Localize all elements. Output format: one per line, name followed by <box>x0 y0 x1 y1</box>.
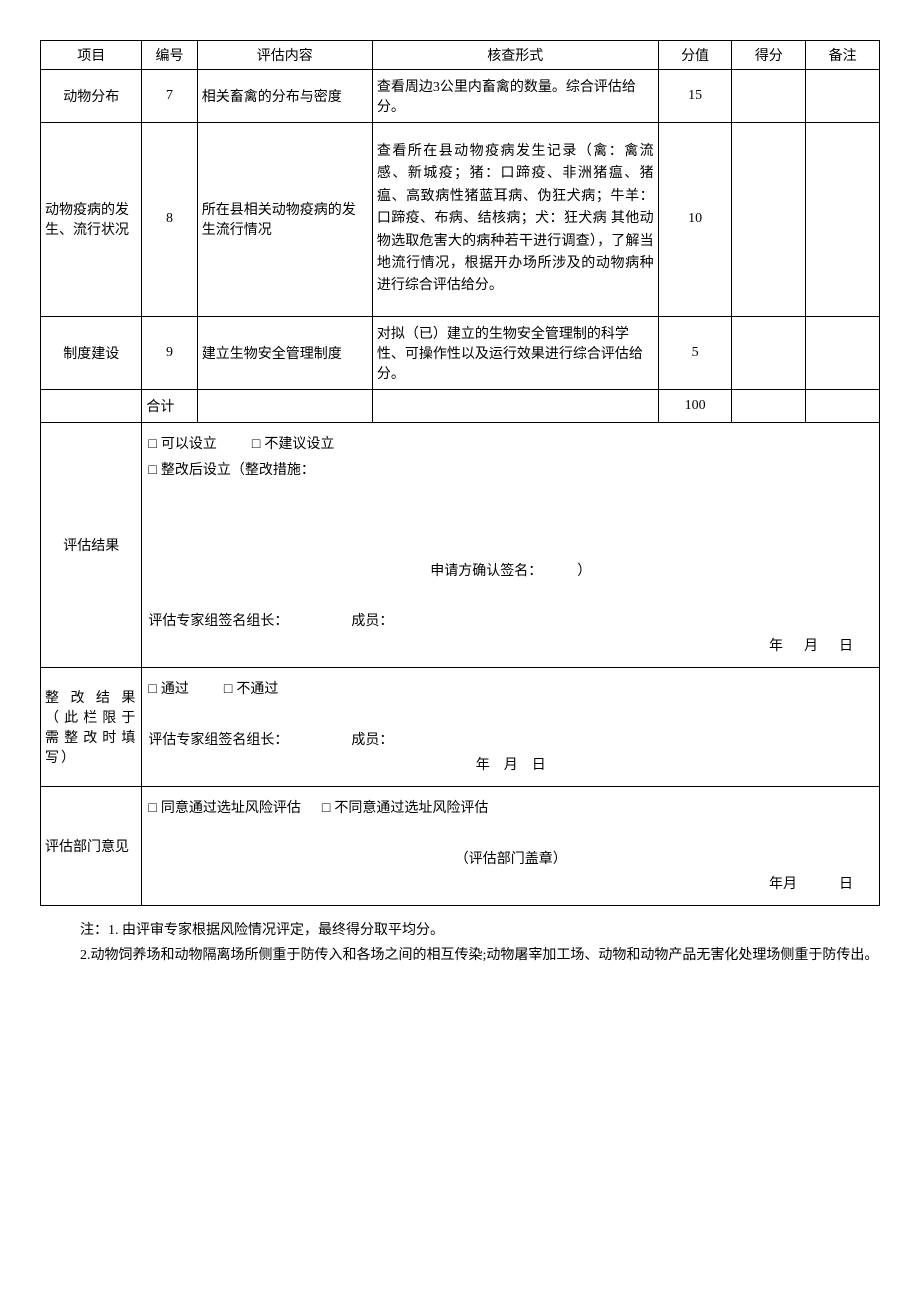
col-number: 编号 <box>142 41 197 70</box>
cell-project: 动物疫病的发生、流行状况 <box>41 123 142 317</box>
cell-content: 所在县相关动物疫病的发生流行情况 <box>197 123 372 317</box>
cell-got[interactable] <box>732 123 806 317</box>
cell-remark[interactable] <box>806 389 880 422</box>
cell-number: 9 <box>142 316 197 389</box>
checkbox-icon[interactable]: □ <box>224 676 232 701</box>
month-label: 月 <box>804 639 818 654</box>
col-form: 核查形式 <box>372 41 658 70</box>
cell-content: 建立生物安全管理制度 <box>197 316 372 389</box>
row-rectify: 整改结果（此栏限于需整改时填写） □ 通过 □ 不通过 评估专家组签名组长： 成员：… <box>41 668 880 787</box>
day-label: 日 <box>839 639 853 654</box>
footnotes: 注：1. 由评审专家根据风险情况评定，最终得分取平均分。 2.动物饲养场和动物隔… <box>40 918 880 968</box>
year-label: 年 <box>769 639 783 654</box>
cell-form: 查看周边3公里内畜禽的数量。综合评估给分。 <box>372 70 658 123</box>
header-row: 项目 编号 评估内容 核查形式 分值 得分 备注 <box>41 41 880 70</box>
col-remark: 备注 <box>806 41 880 70</box>
cell-number: 8 <box>142 123 197 317</box>
cell-score: 15 <box>658 70 732 123</box>
col-content: 评估内容 <box>197 41 372 70</box>
row-total: 合计 100 <box>41 389 880 422</box>
expert-sign-label: 评估专家组签名组长： <box>148 614 288 629</box>
cell-empty <box>41 389 142 422</box>
row-8: 动物疫病的发生、流行状况 8 所在县相关动物疫病的发生流行情况 查看所在县动物疫… <box>41 123 880 317</box>
member-label: 成员： <box>351 733 393 748</box>
month-label: 月 <box>504 758 518 773</box>
cell-total-score: 100 <box>658 389 732 422</box>
cell-project: 制度建设 <box>41 316 142 389</box>
checkbox-icon[interactable]: □ <box>148 795 156 820</box>
opt-can-establish: 可以设立 <box>161 437 217 452</box>
cell-remark[interactable] <box>806 123 880 317</box>
row-9: 制度建设 9 建立生物安全管理制度 对拟（已）建立的生物安全管理制的科学性、可操… <box>41 316 880 389</box>
rectify-label: 整改结果（此栏限于需整改时填写） <box>41 668 142 787</box>
cell-empty <box>197 389 372 422</box>
result-label: 评估结果 <box>41 422 142 668</box>
cell-number: 7 <box>142 70 197 123</box>
applicant-sign-close: ） <box>577 564 591 579</box>
note-1: 注：1. 由评审专家根据风险情况评定，最终得分取平均分。 <box>80 918 880 943</box>
day-label: 日 <box>532 758 546 773</box>
applicant-sign-label: 申请方确认签名： <box>430 564 542 579</box>
opt-not-suggest: 不建议设立 <box>264 437 334 452</box>
cell-score: 10 <box>658 123 732 317</box>
stamp-label: （评估部门盖章） <box>455 852 567 867</box>
result-body[interactable]: □ 可以设立 □ 不建议设立 □ 整改后设立（整改措施： 申请方确认签名： ） 评估专… <box>142 422 880 668</box>
cell-form: 对拟（已）建立的生物安全管理制的科学性、可操作性以及运行效果进行综合评估给分。 <box>372 316 658 389</box>
checkbox-icon[interactable]: □ <box>148 676 156 701</box>
cell-total-label: 合计 <box>142 389 197 422</box>
cell-got[interactable] <box>732 316 806 389</box>
row-result: 评估结果 □ 可以设立 □ 不建议设立 □ 整改后设立（整改措施： 申请方确认签名： … <box>41 422 880 668</box>
cell-got[interactable] <box>732 70 806 123</box>
checkbox-icon[interactable]: □ <box>322 795 330 820</box>
opt-disagree: 不同意通过选址风险评估 <box>334 801 488 816</box>
cell-remark[interactable] <box>806 70 880 123</box>
cell-got[interactable] <box>732 389 806 422</box>
opt-agree: 同意通过选址风险评估 <box>161 801 301 816</box>
cell-remark[interactable] <box>806 316 880 389</box>
col-got: 得分 <box>732 41 806 70</box>
col-score: 分值 <box>658 41 732 70</box>
year-month-label: 年月 <box>769 877 797 892</box>
day-label: 日 <box>839 877 853 892</box>
department-body[interactable]: □ 同意通过选址风险评估 □ 不同意通过选址风险评估 （评估部门盖章） 年月 日 <box>142 787 880 906</box>
opt-after-rectify: 整改后设立（整改措施： <box>161 463 315 478</box>
checkbox-icon[interactable]: □ <box>252 431 260 456</box>
member-label: 成员： <box>351 614 393 629</box>
cell-score: 5 <box>658 316 732 389</box>
checkbox-icon[interactable]: □ <box>148 431 156 456</box>
row-department: 评估部门意见 □ 同意通过选址风险评估 □ 不同意通过选址风险评估 （评估部门盖章）… <box>41 787 880 906</box>
opt-pass: 通过 <box>161 682 189 697</box>
cell-form: 查看所在县动物疫病发生记录（禽：禽流感、新城疫；猪：口蹄疫、非洲猪瘟、猪瘟、高致… <box>372 123 658 317</box>
opt-not-pass: 不通过 <box>236 682 278 697</box>
col-project: 项目 <box>41 41 142 70</box>
note-2: 2.动物饲养场和动物隔离场所侧重于防传入和各场之间的相互传染;动物屠宰加工场、动… <box>80 943 880 968</box>
cell-content: 相关畜禽的分布与密度 <box>197 70 372 123</box>
year-label: 年 <box>476 758 490 773</box>
rectify-body[interactable]: □ 通过 □ 不通过 评估专家组签名组长： 成员： 年 月 日 <box>142 668 880 787</box>
evaluation-table: 项目 编号 评估内容 核查形式 分值 得分 备注 动物分布 7 相关畜禽的分布与… <box>40 40 880 906</box>
expert-sign-label: 评估专家组签名组长： <box>148 733 288 748</box>
department-label: 评估部门意见 <box>41 787 142 906</box>
cell-empty <box>372 389 658 422</box>
cell-project: 动物分布 <box>41 70 142 123</box>
row-7: 动物分布 7 相关畜禽的分布与密度 查看周边3公里内畜禽的数量。综合评估给分。 … <box>41 70 880 123</box>
checkbox-icon[interactable]: □ <box>148 457 156 482</box>
